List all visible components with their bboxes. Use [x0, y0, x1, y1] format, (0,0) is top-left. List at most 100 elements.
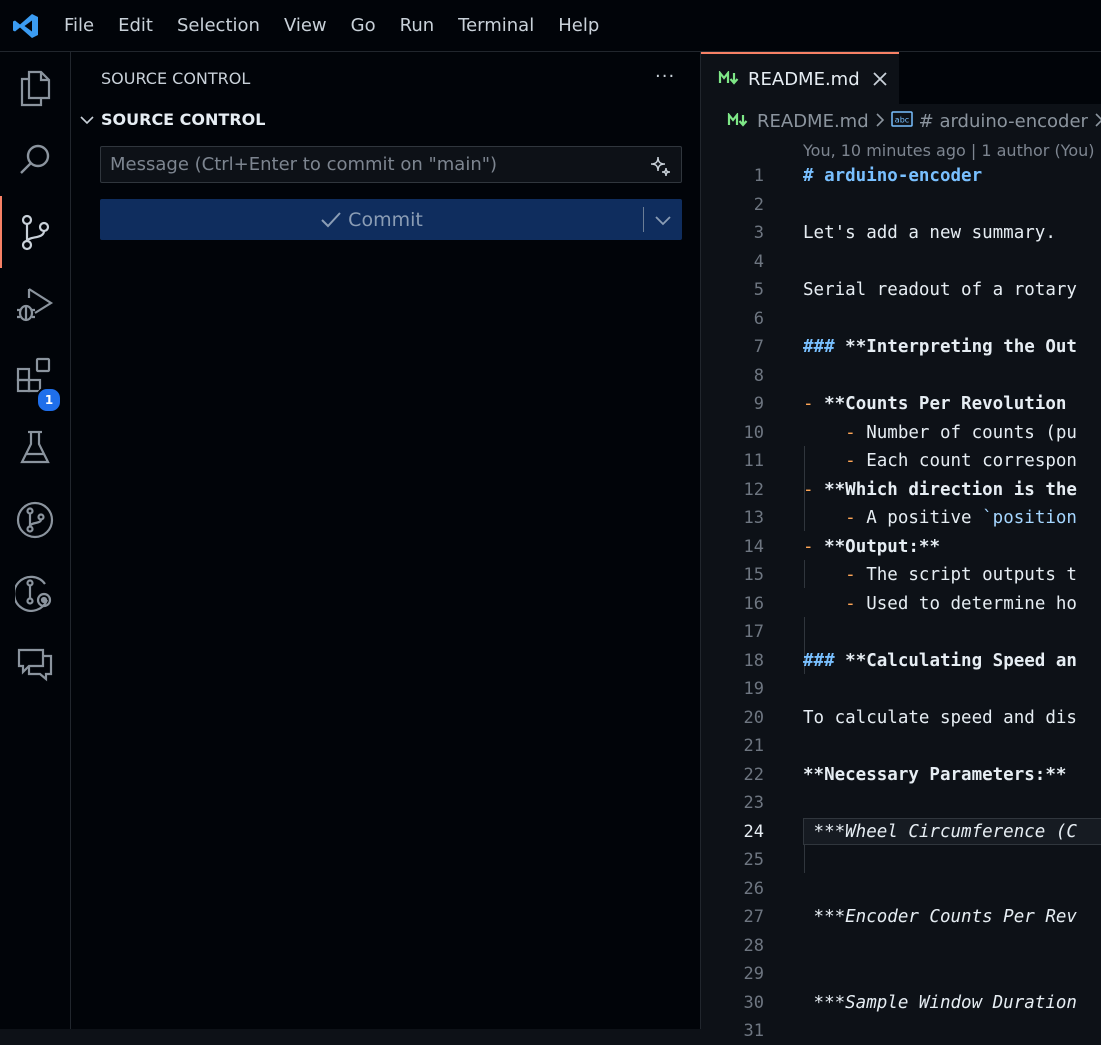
git-lens-button[interactable]: [0, 556, 70, 628]
commit-main-action[interactable]: Commit: [100, 199, 643, 240]
activity-bar: 1: [0, 52, 71, 1029]
commit-message-input[interactable]: [101, 147, 659, 182]
menu-bar: File Edit Selection View Go Run Terminal Help: [52, 0, 611, 52]
code-line[interactable]: 31: [701, 1017, 1101, 1045]
line-text: Let's add a new summary.: [803, 223, 1056, 243]
search-icon: [20, 144, 50, 174]
line-number: 19: [743, 679, 764, 699]
line-text: ***Sample Window Duration: [803, 993, 1077, 1013]
testing-icon: [20, 430, 50, 464]
line-number: 31: [743, 1021, 764, 1041]
code-line[interactable]: 2: [701, 191, 1101, 219]
menu-selection[interactable]: Selection: [165, 0, 272, 52]
line-number: 22: [743, 765, 764, 785]
source-control-section-header[interactable]: SOURCE CONTROL: [79, 110, 265, 129]
breadcrumb-file[interactable]: README.md: [757, 111, 869, 132]
code-line[interactable]: 9 - **Counts Per Revolution: [701, 390, 1101, 418]
line-text: - **Which direction is the: [803, 480, 1077, 500]
explorer-button[interactable]: [0, 52, 70, 124]
code-line[interactable]: 4: [701, 248, 1101, 276]
search-button[interactable]: [0, 124, 70, 196]
menu-help[interactable]: Help: [546, 0, 611, 52]
line-number: 26: [743, 879, 764, 899]
markdown-icon: [718, 69, 740, 89]
code-line[interactable]: 18 ### **Calculating Speed an: [701, 647, 1101, 675]
code-line[interactable]: 22 **Necessary Parameters:**: [701, 761, 1101, 789]
code-line[interactable]: 10 - Number of counts (pu: [701, 419, 1101, 447]
comments-button[interactable]: [0, 628, 70, 700]
line-number: 8: [753, 366, 764, 386]
commit-dropdown-button[interactable]: [644, 199, 682, 240]
code-line[interactable]: 21: [701, 732, 1101, 760]
menu-run[interactable]: Run: [388, 0, 447, 52]
git-graph-button[interactable]: [0, 484, 70, 556]
files-icon: [20, 70, 51, 107]
code-line[interactable]: 16 - Used to determine ho: [701, 590, 1101, 618]
menu-terminal[interactable]: Terminal: [446, 0, 546, 52]
line-number: 30: [743, 993, 764, 1013]
line-number: 21: [743, 736, 764, 756]
source-control-button[interactable]: [0, 196, 70, 268]
code-line[interactable]: 5 Serial readout of a rotary: [701, 276, 1101, 304]
line-text: ### **Interpreting the Out: [803, 337, 1077, 357]
code-line[interactable]: 27 ***Encoder Counts Per Rev: [701, 903, 1101, 931]
line-text: - Used to determine ho: [845, 594, 1077, 614]
source-control-icon: [21, 214, 50, 251]
extensions-button[interactable]: 1: [0, 340, 70, 413]
line-text: To calculate speed and dis: [803, 708, 1077, 728]
code-line[interactable]: 7 ### **Interpreting the Out: [701, 333, 1101, 361]
chevron-right-icon: [875, 111, 885, 132]
breadcrumb-symbol[interactable]: # arduino-encoder: [919, 111, 1088, 132]
line-number: 13: [743, 508, 764, 528]
code-line[interactable]: 15 - The script outputs t: [701, 561, 1101, 589]
chevron-down-icon: [655, 215, 671, 225]
code-line[interactable]: 24 ***Wheel Circumference (C: [701, 818, 1101, 846]
code-line[interactable]: 29: [701, 960, 1101, 988]
close-icon[interactable]: [872, 68, 888, 92]
line-number: 15: [743, 565, 764, 585]
code-line[interactable]: 13 - A positive `position: [701, 504, 1101, 532]
line-text: ### **Calculating Speed an: [803, 651, 1077, 671]
code-line[interactable]: 11 - Each count correspon: [701, 447, 1101, 475]
code-line[interactable]: 17: [701, 618, 1101, 646]
tab-bar: README.md: [701, 52, 1101, 105]
more-actions-button[interactable]: ···: [655, 66, 675, 87]
code-line[interactable]: 19: [701, 675, 1101, 703]
code-line[interactable]: 3 Let's add a new summary.: [701, 219, 1101, 247]
line-text: - Each count correspon: [845, 451, 1077, 471]
code-line[interactable]: 12 - **Which direction is the: [701, 476, 1101, 504]
testing-button[interactable]: [0, 412, 70, 484]
sparkle-icon[interactable]: [649, 155, 671, 181]
blame-annotation[interactable]: You, 10 minutes ago | 1 author (You): [803, 141, 1095, 160]
title-bar: File Edit Selection View Go Run Terminal Help: [0, 0, 1101, 52]
menu-edit[interactable]: Edit: [106, 0, 165, 52]
chevron-right-icon: [1094, 111, 1101, 132]
line-number: 28: [743, 936, 764, 956]
code-line[interactable]: 8: [701, 362, 1101, 390]
code-line[interactable]: 23: [701, 789, 1101, 817]
breadcrumb: README.md abc # arduino-encoder: [727, 110, 1101, 133]
line-number: 18: [743, 651, 764, 671]
code-line[interactable]: 14 - **Output:**: [701, 533, 1101, 561]
code-line[interactable]: 26: [701, 875, 1101, 903]
code-line[interactable]: 30 ***Sample Window Duration: [701, 989, 1101, 1017]
commit-button[interactable]: Commit: [100, 199, 682, 240]
line-number: 2: [753, 195, 764, 215]
line-text: - A positive `position: [845, 508, 1077, 528]
line-text: # arduino-encoder: [803, 166, 983, 186]
line-number: 1: [753, 166, 764, 186]
tab-readme[interactable]: README.md: [701, 52, 899, 105]
code-line[interactable]: 25: [701, 846, 1101, 874]
line-number: 12: [743, 480, 764, 500]
line-text: - The script outputs t: [845, 565, 1077, 585]
code-line[interactable]: 20 To calculate speed and dis: [701, 704, 1101, 732]
code-line[interactable]: 1 # arduino-encoder: [701, 162, 1101, 190]
menu-go[interactable]: Go: [339, 0, 388, 52]
code-line[interactable]: 6: [701, 305, 1101, 333]
run-debug-button[interactable]: [0, 268, 70, 340]
menu-file[interactable]: File: [52, 0, 106, 52]
line-number: 4: [753, 252, 764, 272]
line-text: - Number of counts (pu: [845, 423, 1077, 443]
menu-view[interactable]: View: [272, 0, 339, 52]
code-line[interactable]: 28: [701, 932, 1101, 960]
